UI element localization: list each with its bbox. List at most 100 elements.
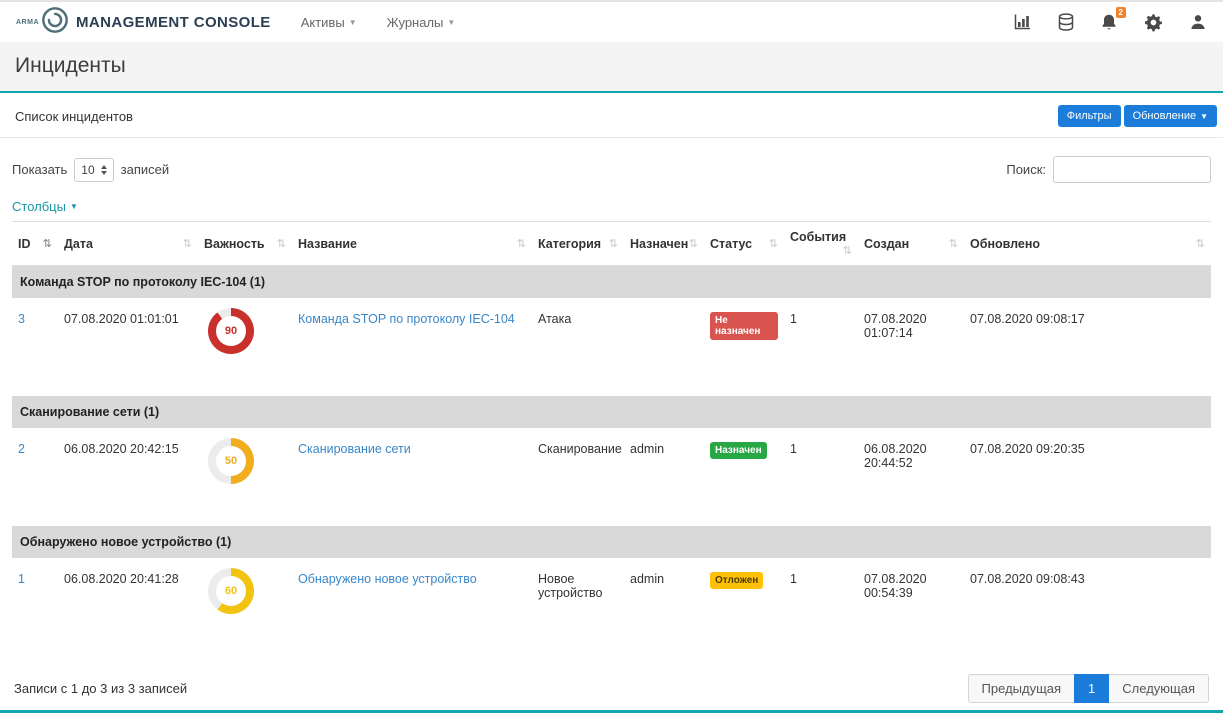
chevron-down-icon: ▼ <box>447 18 455 27</box>
incident-events-count: 1 <box>784 428 858 526</box>
incident-name-link[interactable]: Команда STOP по протоколу IEC-104 <box>298 312 515 326</box>
group-title: Обнаружено новое устройство (1) <box>12 526 1211 558</box>
incident-created: 07.08.2020 01:07:14 <box>858 298 964 396</box>
sort-icon: ⇅ <box>1196 237 1205 250</box>
incident-id-link[interactable]: 2 <box>18 442 25 456</box>
column-header-name[interactable]: Название⇅ <box>292 222 532 266</box>
incident-updated: 07.08.2020 09:20:35 <box>964 428 1211 526</box>
group-header-row: Обнаружено новое устройство (1) <box>12 526 1211 558</box>
columns-dropdown-button[interactable]: Столбцы ▼ <box>12 199 78 214</box>
incident-category: Новое устройство <box>532 558 624 656</box>
page-title-bar: Инциденты <box>0 42 1223 93</box>
prev-page-button[interactable]: Предыдущая <box>968 674 1076 703</box>
status-badge: Отложен <box>710 572 763 589</box>
search-control: Поиск: <box>1006 156 1211 183</box>
navbar-icons: 2 <box>1013 13 1207 32</box>
management-console-app: ARMA MANAGEMENT CONSOLE Активы ▼ Журналы… <box>0 0 1223 713</box>
incident-date: 06.08.2020 20:42:15 <box>58 428 198 526</box>
filters-button[interactable]: Фильтры <box>1058 105 1121 127</box>
incident-id-link[interactable]: 3 <box>18 312 25 326</box>
sort-icon: ⇅ <box>517 237 526 250</box>
group-title: Команда STOP по протоколу IEC-104 (1) <box>12 266 1211 299</box>
severity-gauge: 90 <box>208 308 254 354</box>
group-header-row: Сканирование сети (1) <box>12 396 1211 428</box>
search-label: Поиск: <box>1006 162 1046 177</box>
sort-icon: ⇅ <box>689 237 698 250</box>
top-navbar: ARMA MANAGEMENT CONSOLE Активы ▼ Журналы… <box>0 0 1223 42</box>
incident-category: Сканирование <box>532 428 624 526</box>
chevron-down-icon: ▼ <box>349 18 357 27</box>
incident-row: 2 06.08.2020 20:42:15 50 Сканирование се… <box>12 428 1211 526</box>
notifications-bell-icon[interactable]: 2 <box>1100 13 1118 32</box>
incidents-table: ID⇅ Дата⇅ Важность⇅ Название⇅ Категория⇅… <box>12 221 1211 656</box>
panel-header: Список инцидентов Фильтры Обновление ▼ <box>0 93 1223 138</box>
main-menu: Активы ▼ Журналы ▼ <box>301 15 456 30</box>
panel-title: Список инцидентов <box>15 109 133 124</box>
incident-assignee: admin <box>624 428 704 526</box>
panel-buttons: Фильтры Обновление ▼ <box>1058 105 1217 127</box>
reports-chart-icon[interactable] <box>1013 13 1032 31</box>
column-header-updated[interactable]: Обновлено⇅ <box>964 222 1211 266</box>
incident-created: 07.08.2020 00:54:39 <box>858 558 964 656</box>
column-header-assignee[interactable]: Назначен⇅ <box>624 222 704 266</box>
refresh-dropdown-button[interactable]: Обновление ▼ <box>1124 105 1217 127</box>
page-size-control: Показать 10 записей <box>12 158 169 182</box>
column-header-events[interactable]: События⇅ <box>784 222 858 266</box>
incident-created: 06.08.2020 20:44:52 <box>858 428 964 526</box>
group-title: Сканирование сети (1) <box>12 396 1211 428</box>
sort-icon: ⇅ <box>43 237 52 250</box>
column-header-created[interactable]: Создан⇅ <box>858 222 964 266</box>
sort-icon: ⇅ <box>609 237 618 250</box>
brand-title: MANAGEMENT CONSOLE <box>76 14 271 31</box>
next-page-button[interactable]: Следующая <box>1108 674 1209 703</box>
incident-events-count: 1 <box>784 298 858 396</box>
incident-name-link[interactable]: Сканирование сети <box>298 442 411 456</box>
incident-row: 1 06.08.2020 20:41:28 60 Обнаружено ново… <box>12 558 1211 656</box>
brand[interactable]: ARMA MANAGEMENT CONSOLE <box>16 6 271 39</box>
incident-updated: 07.08.2020 09:08:43 <box>964 558 1211 656</box>
menu-journals[interactable]: Журналы ▼ <box>387 15 456 30</box>
page-number-button[interactable]: 1 <box>1074 674 1109 703</box>
content-area: Список инцидентов Фильтры Обновление ▼ П… <box>0 93 1223 713</box>
status-badge: Не назначен <box>710 312 778 340</box>
incident-assignee <box>624 298 704 396</box>
incident-row: 3 07.08.2020 01:01:01 90 Команда STOP по… <box>12 298 1211 396</box>
severity-value: 50 <box>225 455 237 467</box>
settings-gear-icon[interactable] <box>1144 13 1163 32</box>
table-controls: Показать 10 записей Поиск: <box>12 156 1211 183</box>
chevron-down-icon: ▼ <box>70 202 78 211</box>
table-header-row: ID⇅ Дата⇅ Важность⇅ Название⇅ Категория⇅… <box>12 222 1211 266</box>
column-header-severity[interactable]: Важность⇅ <box>198 222 292 266</box>
arma-logo-text: ARMA <box>16 19 39 26</box>
severity-value: 90 <box>225 325 237 337</box>
column-header-category[interactable]: Категория⇅ <box>532 222 624 266</box>
sort-icon: ⇅ <box>183 237 192 250</box>
incident-id-link[interactable]: 1 <box>18 572 25 586</box>
user-profile-icon[interactable] <box>1189 13 1207 31</box>
page-size-select[interactable]: 10 <box>74 158 113 182</box>
severity-gauge: 50 <box>208 438 254 484</box>
sort-icon: ⇅ <box>769 237 778 250</box>
database-icon[interactable] <box>1058 13 1074 31</box>
severity-gauge: 60 <box>208 568 254 614</box>
menu-assets[interactable]: Активы ▼ <box>301 15 357 30</box>
column-header-date[interactable]: Дата⇅ <box>58 222 198 266</box>
records-info: Записи с 1 до 3 из 3 записей <box>14 681 187 696</box>
incident-updated: 07.08.2020 09:08:17 <box>964 298 1211 396</box>
column-header-status[interactable]: Статус⇅ <box>704 222 784 266</box>
incident-assignee: admin <box>624 558 704 656</box>
sort-icon: ⇅ <box>949 237 958 250</box>
pagination: Предыдущая 1 Следующая <box>969 674 1209 703</box>
arma-logo-icon <box>41 6 69 39</box>
table-footer: Записи с 1 до 3 из 3 записей Предыдущая … <box>12 656 1211 713</box>
show-label: Показать <box>12 162 67 177</box>
column-header-id[interactable]: ID⇅ <box>12 222 58 266</box>
group-header-row: Команда STOP по протоколу IEC-104 (1) <box>12 266 1211 299</box>
search-input[interactable] <box>1053 156 1211 183</box>
incident-name-link[interactable]: Обнаружено новое устройство <box>298 572 477 586</box>
sort-icon: ⇅ <box>277 237 286 250</box>
records-label: записей <box>121 162 169 177</box>
incident-events-count: 1 <box>784 558 858 656</box>
page-title: Инциденты <box>15 54 1208 78</box>
incident-date: 07.08.2020 01:01:01 <box>58 298 198 396</box>
